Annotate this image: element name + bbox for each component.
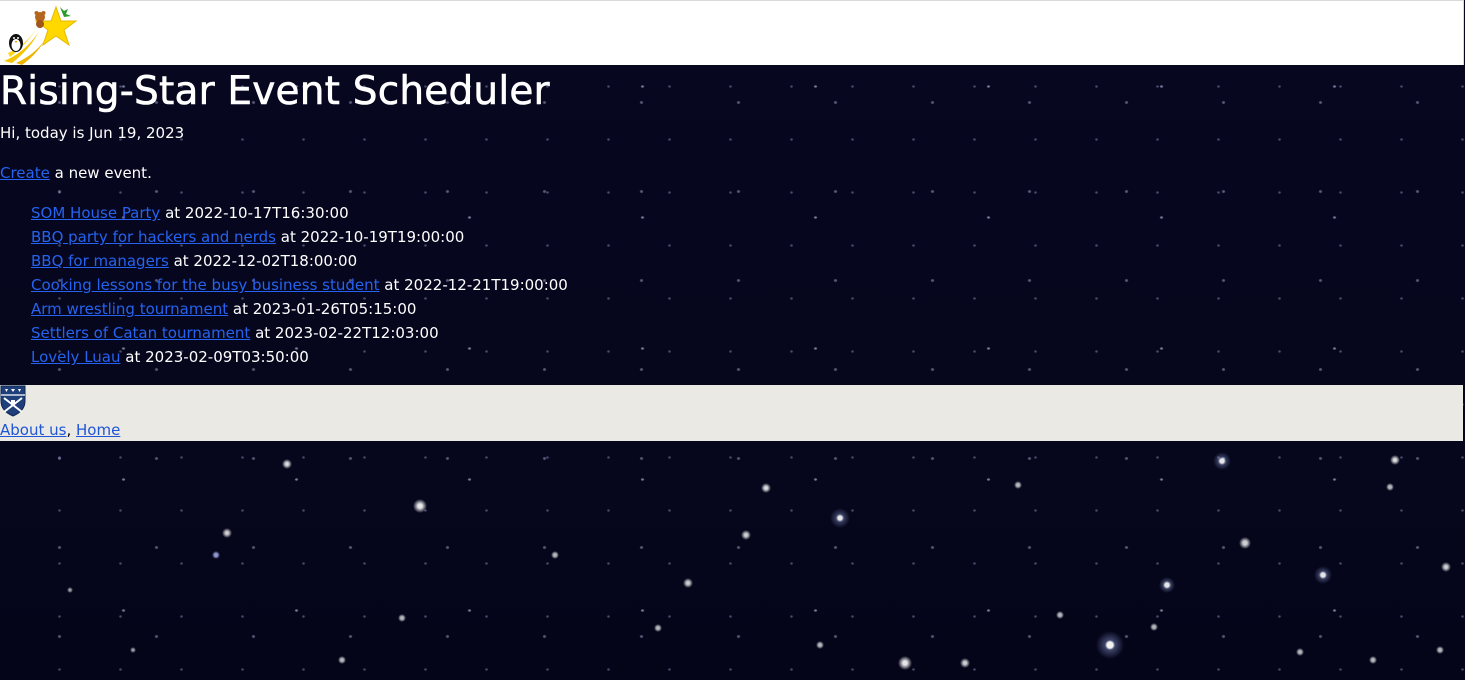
event-time: at 2022-12-21T19:00:00 — [379, 276, 568, 294]
list-item: SOM House Party at 2022-10-17T16:30:00 — [31, 204, 568, 228]
event-time: at 2023-02-09T03:50:00 — [120, 348, 309, 366]
home-link[interactable]: Home — [76, 421, 120, 439]
create-line-suffix: a new event. — [49, 164, 152, 182]
list-item: Settlers of Catan tournament at 2023-02-… — [31, 324, 568, 348]
list-item: BBQ party for hackers and nerds at 2022-… — [31, 228, 568, 252]
event-link[interactable]: BBQ for managers — [31, 252, 169, 270]
event-link[interactable]: Settlers of Catan tournament — [31, 324, 250, 342]
event-link[interactable]: Arm wrestling tournament — [31, 300, 228, 318]
list-item: Arm wrestling tournament at 2023-01-26T0… — [31, 300, 568, 324]
page-title: Rising-Star Event Scheduler — [0, 69, 550, 115]
list-item: BBQ for managers at 2022-12-02T18:00:00 — [31, 252, 568, 276]
greeting-text: Hi, today is Jun 19, 2023 — [0, 124, 185, 142]
about-us-link[interactable]: About us — [0, 421, 66, 439]
event-link[interactable]: BBQ party for hackers and nerds — [31, 228, 276, 246]
list-item: Lovely Luau at 2023-02-09T03:50:00 — [31, 348, 568, 372]
event-time: at 2022-10-19T19:00:00 — [276, 228, 465, 246]
top-bar — [0, 0, 1464, 65]
create-event-link[interactable]: Create — [0, 164, 50, 182]
footer-separator: , — [66, 421, 76, 439]
university-shield-icon — [0, 385, 26, 417]
event-link[interactable]: Lovely Luau — [31, 348, 121, 366]
event-list: SOM House Party at 2022-10-17T16:30:00 B… — [31, 204, 568, 372]
list-item: Cooking lessons for the busy business st… — [31, 276, 568, 300]
event-time: at 2023-01-26T05:15:00 — [228, 300, 417, 318]
event-time: at 2022-10-17T16:30:00 — [160, 204, 349, 222]
event-time: at 2023-02-22T12:03:00 — [250, 324, 439, 342]
create-line: Create a new event. — [0, 164, 152, 182]
rising-star-logo-icon — [4, 5, 78, 65]
footer-links: About us, Home — [0, 421, 120, 439]
main-content: Rising-Star Event Scheduler Hi, today is… — [0, 65, 1463, 385]
footer: About us, Home — [0, 385, 1463, 441]
event-time: at 2022-12-02T18:00:00 — [168, 252, 358, 270]
event-link[interactable]: Cooking lessons for the busy business st… — [31, 276, 380, 294]
event-link[interactable]: SOM House Party — [31, 204, 160, 222]
